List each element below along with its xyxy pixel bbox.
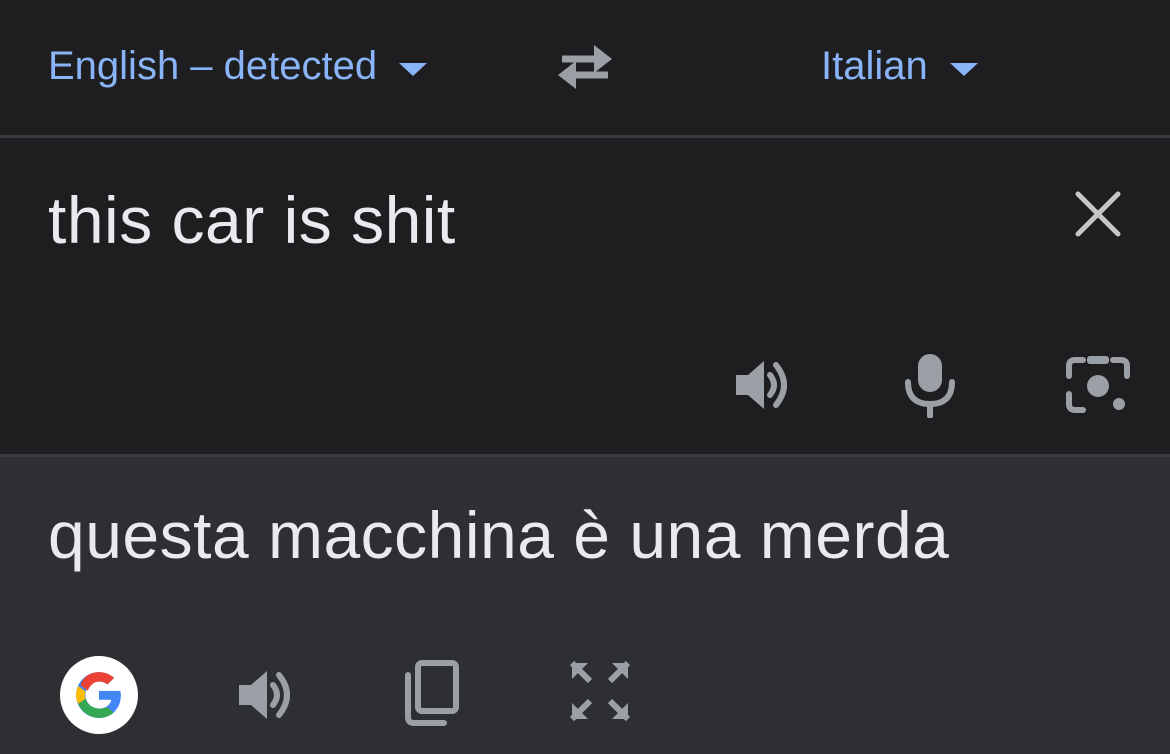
close-icon bbox=[1075, 191, 1121, 237]
language-bar: English – detected Italian bbox=[0, 0, 1170, 135]
speaker-icon bbox=[736, 361, 787, 409]
google-logo-icon bbox=[76, 672, 121, 718]
target-language-selector[interactable]: Italian bbox=[821, 38, 978, 94]
source-panel: this car is shit bbox=[0, 138, 1170, 454]
target-language-label: Italian bbox=[821, 43, 928, 88]
listen-translation-button[interactable] bbox=[227, 657, 303, 733]
fullscreen-button[interactable] bbox=[562, 653, 638, 729]
clear-text-button[interactable] bbox=[1070, 186, 1126, 242]
copy-translation-button[interactable] bbox=[393, 655, 469, 731]
copy-icon bbox=[405, 660, 459, 726]
voice-input-button[interactable] bbox=[895, 350, 965, 420]
chevron-down-icon bbox=[949, 62, 978, 76]
listen-source-button[interactable] bbox=[727, 350, 797, 420]
camera-icon bbox=[1066, 356, 1130, 413]
microphone-icon bbox=[905, 354, 955, 418]
chevron-down-icon bbox=[399, 62, 428, 76]
translation-panel: questa macchina è una merda bbox=[0, 457, 1170, 754]
fullscreen-icon bbox=[569, 660, 631, 722]
source-language-selector[interactable]: English – detected bbox=[48, 38, 428, 94]
swap-arrows-icon bbox=[558, 45, 612, 89]
source-text-input[interactable]: this car is shit bbox=[48, 182, 456, 258]
google-search-button[interactable] bbox=[60, 656, 138, 734]
translate-app: English – detected Italian this car is s… bbox=[0, 0, 1170, 754]
source-language-label: English – detected bbox=[48, 43, 378, 88]
camera-translate-button[interactable] bbox=[1063, 350, 1133, 420]
speaker-icon bbox=[239, 671, 290, 719]
translation-text: questa macchina è una merda bbox=[48, 498, 950, 572]
swap-languages-button[interactable] bbox=[552, 38, 618, 94]
